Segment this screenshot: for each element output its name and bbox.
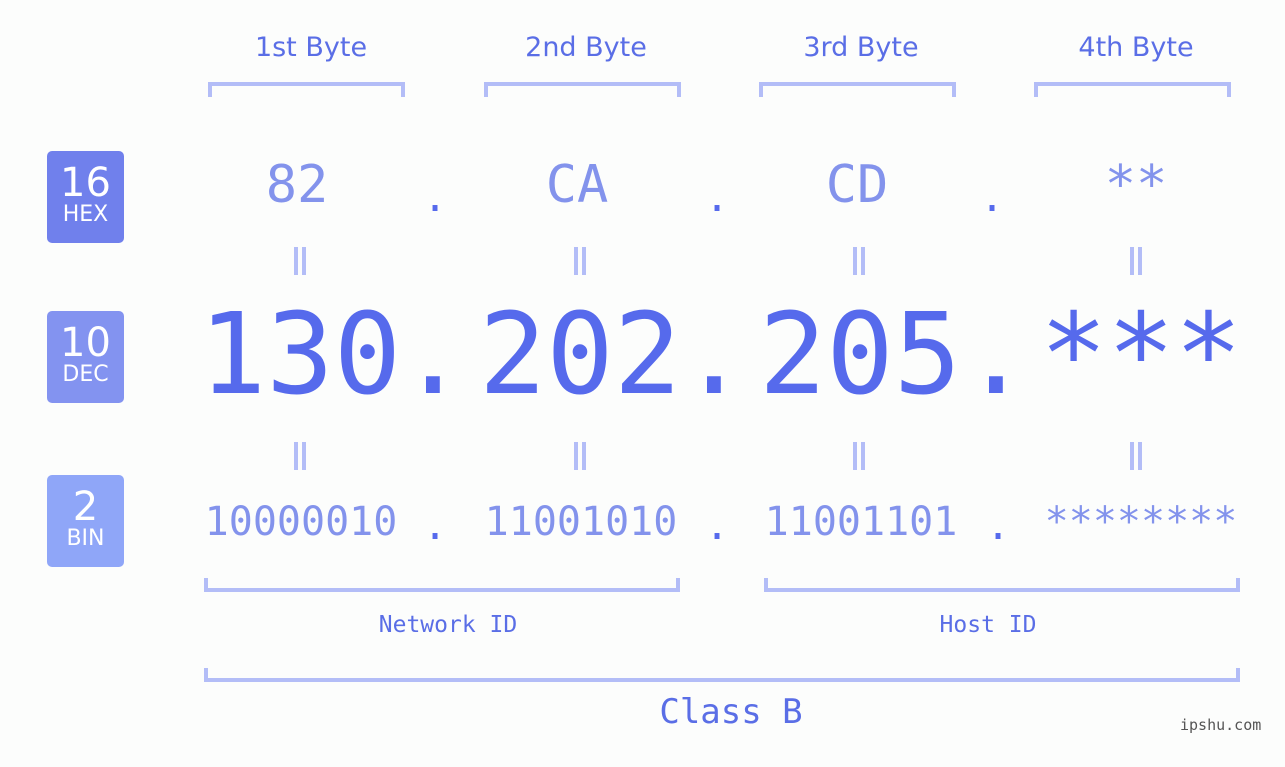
equals-icon (292, 247, 308, 275)
hex-separator-3: . (980, 175, 1005, 221)
byte-bracket-1 (208, 82, 405, 97)
bin-byte-1: 10000010 (204, 499, 398, 545)
bin-separator-3: . (986, 503, 1011, 549)
hex-separator-1: . (423, 175, 448, 221)
host-id-bracket (764, 578, 1240, 592)
dec-separator-3: . (962, 290, 1030, 420)
bin-separator-1: . (423, 503, 448, 549)
byte-header-2: 2nd Byte (525, 32, 647, 63)
byte-header-4: 4th Byte (1078, 32, 1194, 63)
equals-icon (1128, 247, 1144, 275)
hex-byte-4: ** (1104, 155, 1168, 215)
equals-icon (292, 442, 308, 470)
network-id-label: Network ID (378, 612, 518, 638)
equals-icon (851, 442, 867, 470)
hex-badge-number: 16 (60, 160, 111, 206)
equals-icon (851, 247, 867, 275)
byte-bracket-2 (484, 82, 681, 97)
hex-byte-2: CA (545, 155, 609, 215)
bin-badge: 2 BIN (47, 475, 124, 567)
hex-separator-2: . (705, 175, 730, 221)
equals-icon (572, 247, 588, 275)
equals-icon (572, 442, 588, 470)
network-id-bracket (204, 578, 680, 592)
byte-header-1: 1st Byte (254, 32, 368, 63)
hex-byte-3: CD (825, 155, 889, 215)
equals-icon (1128, 442, 1144, 470)
byte-header-3: 3rd Byte (803, 32, 919, 63)
bin-separator-2: . (705, 503, 730, 549)
bin-byte-4: ******** (1044, 499, 1238, 545)
class-label: Class B (659, 692, 803, 732)
bin-badge-number: 2 (72, 484, 99, 530)
bin-badge-label: BIN (66, 526, 105, 551)
hex-badge-label: HEX (62, 202, 109, 227)
dec-badge-number: 10 (60, 320, 111, 366)
class-bracket (204, 668, 1240, 682)
dec-badge-label: DEC (62, 362, 109, 387)
hex-byte-1: 82 (265, 155, 329, 215)
hex-badge: 16 HEX (47, 151, 124, 243)
bin-byte-2: 11001010 (484, 499, 678, 545)
host-id-label: Host ID (939, 612, 1037, 638)
dec-badge: 10 DEC (47, 311, 124, 403)
dec-separator-1: . (399, 290, 467, 420)
watermark: ipshu.com (1180, 716, 1262, 734)
bin-byte-3: 11001101 (764, 499, 958, 545)
dec-separator-2: . (680, 290, 748, 420)
byte-bracket-3 (759, 82, 956, 97)
byte-bracket-4 (1034, 82, 1231, 97)
